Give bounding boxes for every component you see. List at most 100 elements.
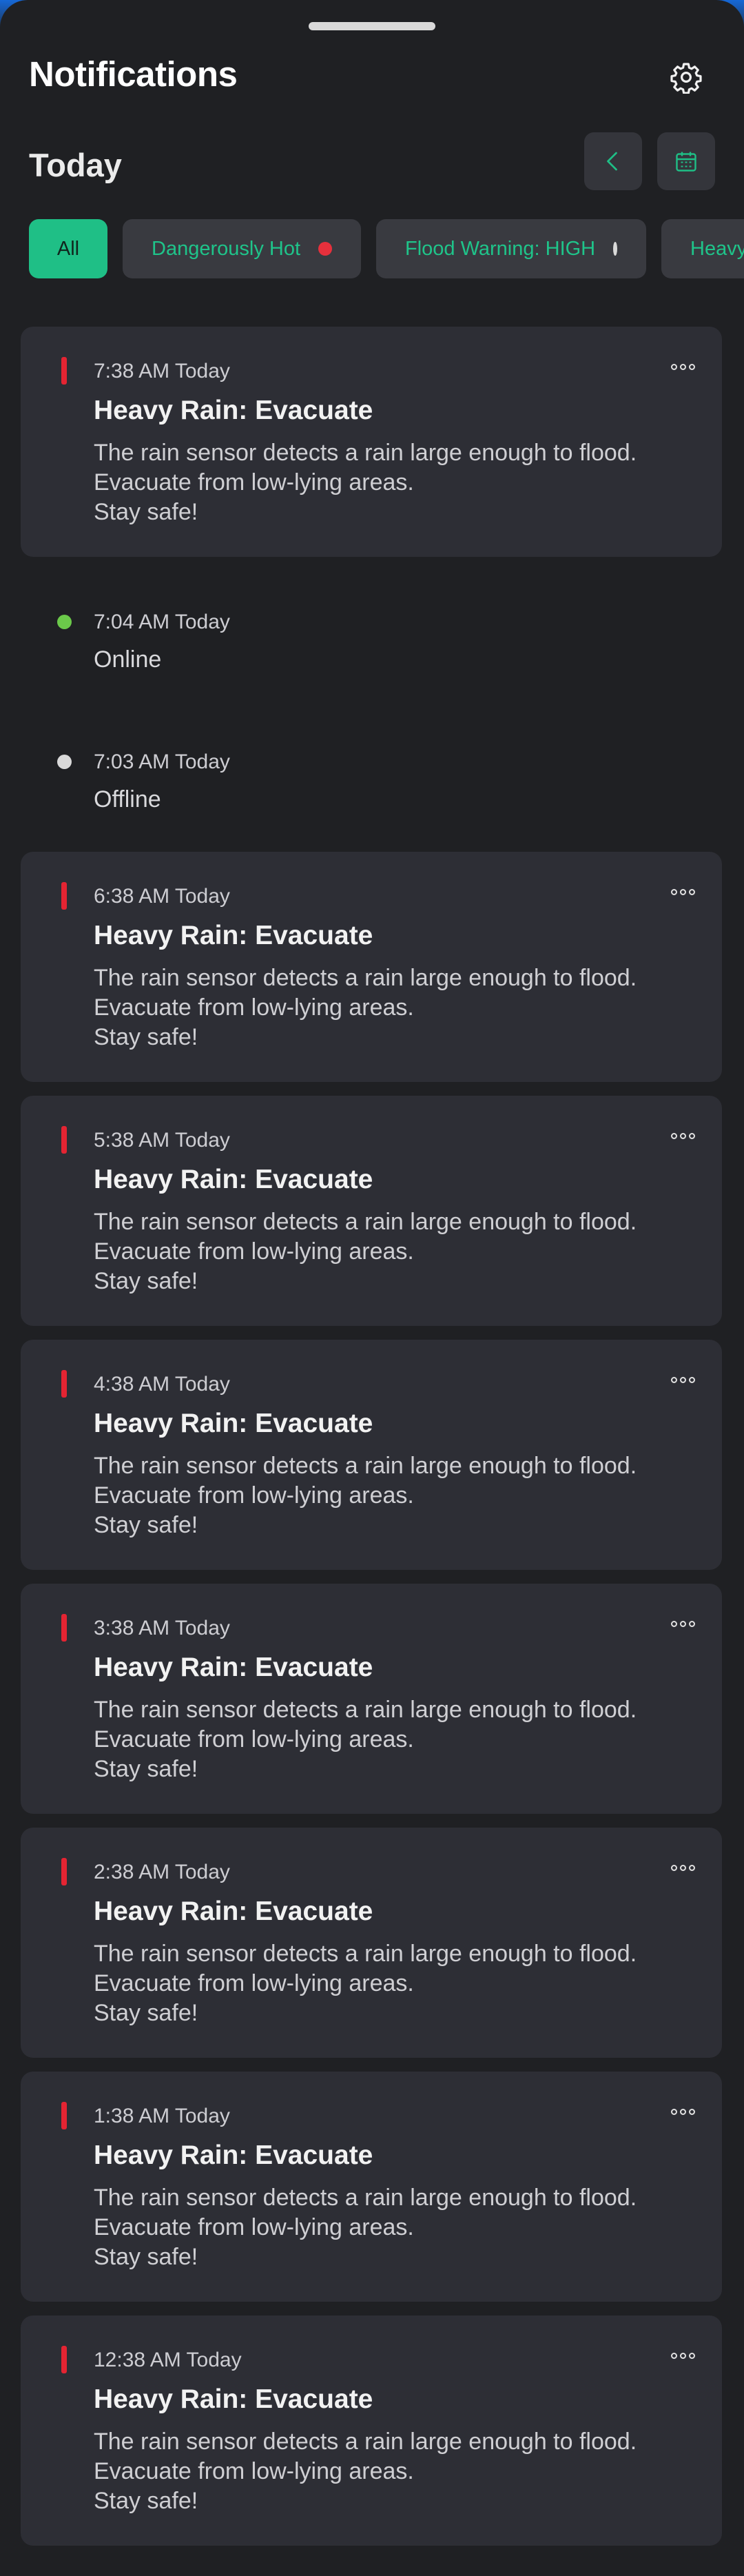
body-line: Evacuate from low-lying areas. <box>94 1482 414 1509</box>
notification-time: 6:38 AM Today <box>94 885 230 908</box>
body-line: The rain sensor detects a rain large eno… <box>94 440 637 466</box>
notification-title: Heavy Rain: Evacuate <box>94 396 373 425</box>
alert-indicator <box>61 2102 67 2129</box>
notification-card[interactable]: 12:38 AM Today Heavy Rain: Evacuate The … <box>21 2316 722 2546</box>
body-line: The rain sensor detects a rain large eno… <box>94 1697 637 1723</box>
online-dot <box>57 615 72 629</box>
page-title: Notifications <box>29 54 238 94</box>
section-title: Today <box>29 147 122 183</box>
body-line: Stay safe! <box>94 1756 198 1782</box>
notification-title: Heavy Rain: Evacuate <box>94 1653 373 1682</box>
notification-card[interactable]: 6:38 AM Today Heavy Rain: Evacuate The r… <box>21 852 722 1082</box>
notification-title: Heavy Rain: Evacuate <box>94 1165 373 1194</box>
chip-label: Flood Warning: HIGH <box>405 237 596 260</box>
notification-body: The rain sensor detects a rain large eno… <box>94 438 637 527</box>
more-options-icon[interactable] <box>671 1862 696 1873</box>
chip-label: Dangerously Hot <box>152 237 300 260</box>
previous-day-button[interactable] <box>584 132 642 190</box>
body-line: The rain sensor detects a rain large eno… <box>94 2185 637 2211</box>
body-line: Evacuate from low-lying areas. <box>94 2214 414 2240</box>
notification-title: Heavy Rain: Evacuate <box>94 921 373 950</box>
more-options-icon[interactable] <box>671 2350 696 2361</box>
notification-title: Heavy Rain: Evacuate <box>94 2140 373 2170</box>
body-line: Stay safe! <box>94 1512 198 1538</box>
body-line: Stay safe! <box>94 2244 198 2270</box>
notification-body: The rain sensor detects a rain large eno… <box>94 1939 637 2028</box>
notification-title: Heavy Rain: Evacuate <box>94 1409 373 1438</box>
drag-handle[interactable] <box>309 22 435 30</box>
body-line: Evacuate from low-lying areas. <box>94 1238 414 1265</box>
notifications-sheet: Notifications Today All Dangerously Hot … <box>0 0 744 2576</box>
notification-time: 12:38 AM Today <box>94 2349 242 2371</box>
body-line: The rain sensor detects a rain large eno… <box>94 2429 637 2455</box>
notification-body: The rain sensor detects a rain large eno… <box>94 1451 637 1540</box>
body-line: The rain sensor detects a rain large eno… <box>94 1209 637 1235</box>
filter-chip-all[interactable]: All <box>29 219 107 278</box>
filter-chips: All Dangerously Hot Flood Warning: HIGH … <box>29 219 744 278</box>
notification-body: The rain sensor detects a rain large eno… <box>94 1695 637 1784</box>
notification-title: Heavy Rain: Evacuate <box>94 1897 373 1926</box>
notification-card[interactable]: 2:38 AM Today Heavy Rain: Evacuate The r… <box>21 1828 722 2058</box>
notification-time: 2:38 AM Today <box>94 1861 230 1883</box>
chip-label: Heavy <box>690 237 744 260</box>
notification-time: 3:38 AM Today <box>94 1617 230 1639</box>
status-label: Offline <box>94 786 161 812</box>
notification-body: The rain sensor detects a rain large eno… <box>94 963 637 1052</box>
body-line: Stay safe! <box>94 2000 198 2026</box>
chevron-left-icon <box>607 152 617 171</box>
status-item[interactable]: 7:04 AM Today Online <box>21 600 722 675</box>
notification-body: The rain sensor detects a rain large eno… <box>94 1207 637 1296</box>
notification-card[interactable]: 3:38 AM Today Heavy Rain: Evacuate The r… <box>21 1584 722 1814</box>
notification-card[interactable]: 4:38 AM Today Heavy Rain: Evacuate The r… <box>21 1340 722 1570</box>
body-line: Stay safe! <box>94 1268 198 1294</box>
more-options-icon[interactable] <box>671 886 696 897</box>
alert-indicator <box>61 1858 67 1885</box>
body-line: Evacuate from low-lying areas. <box>94 994 414 1021</box>
body-line: The rain sensor detects a rain large eno… <box>94 1453 637 1479</box>
body-line: The rain sensor detects a rain large eno… <box>94 1941 637 1967</box>
notification-time: 1:38 AM Today <box>94 2105 230 2127</box>
body-line: Stay safe! <box>94 1024 198 1050</box>
more-options-icon[interactable] <box>671 1130 696 1141</box>
gear-icon <box>670 63 702 94</box>
notification-body: The rain sensor detects a rain large eno… <box>94 2427 637 2516</box>
body-line: The rain sensor detects a rain large eno… <box>94 965 637 991</box>
notification-time: 5:38 AM Today <box>94 1129 230 1152</box>
alert-indicator <box>61 2346 67 2373</box>
status-dot <box>318 242 332 256</box>
filter-chip-flood-warning[interactable]: Flood Warning: HIGH <box>376 219 646 278</box>
notification-time: 4:38 AM Today <box>94 1373 230 1396</box>
alert-indicator <box>61 1126 67 1154</box>
alert-indicator <box>61 357 67 385</box>
body-line: Stay safe! <box>94 499 198 525</box>
settings-button[interactable] <box>664 55 708 99</box>
status-item[interactable]: 7:03 AM Today Offline <box>21 739 722 815</box>
body-line: Stay safe! <box>94 2488 198 2514</box>
more-options-icon[interactable] <box>671 1374 696 1385</box>
status-dot <box>613 242 617 256</box>
chip-label: All <box>56 237 80 260</box>
body-line: Evacuate from low-lying areas. <box>94 469 414 495</box>
body-line: Evacuate from low-lying areas. <box>94 1970 414 1996</box>
filter-chip-dangerously-hot[interactable]: Dangerously Hot <box>123 219 361 278</box>
body-line: Evacuate from low-lying areas. <box>94 1726 414 1752</box>
alert-indicator <box>61 1370 67 1398</box>
offline-dot <box>57 755 72 769</box>
status-time: 7:03 AM Today <box>94 750 230 773</box>
more-options-icon[interactable] <box>671 2106 696 2117</box>
status-label: Online <box>94 646 162 673</box>
notification-body: The rain sensor detects a rain large eno… <box>94 2183 637 2272</box>
body-line: Evacuate from low-lying areas. <box>94 2458 414 2484</box>
calendar-button[interactable] <box>657 132 715 190</box>
filter-chip-heavy[interactable]: Heavy <box>661 219 744 278</box>
notification-card[interactable]: 7:38 AM Today Heavy Rain: Evacuate The r… <box>21 327 722 557</box>
more-options-icon[interactable] <box>671 361 696 372</box>
notification-card[interactable]: 5:38 AM Today Heavy Rain: Evacuate The r… <box>21 1096 722 1326</box>
calendar-icon <box>676 152 696 172</box>
alert-indicator <box>61 1614 67 1642</box>
alert-indicator <box>61 882 67 910</box>
more-options-icon[interactable] <box>671 1618 696 1629</box>
notification-card[interactable]: 1:38 AM Today Heavy Rain: Evacuate The r… <box>21 2072 722 2302</box>
notification-title: Heavy Rain: Evacuate <box>94 2384 373 2414</box>
status-time: 7:04 AM Today <box>94 611 230 633</box>
